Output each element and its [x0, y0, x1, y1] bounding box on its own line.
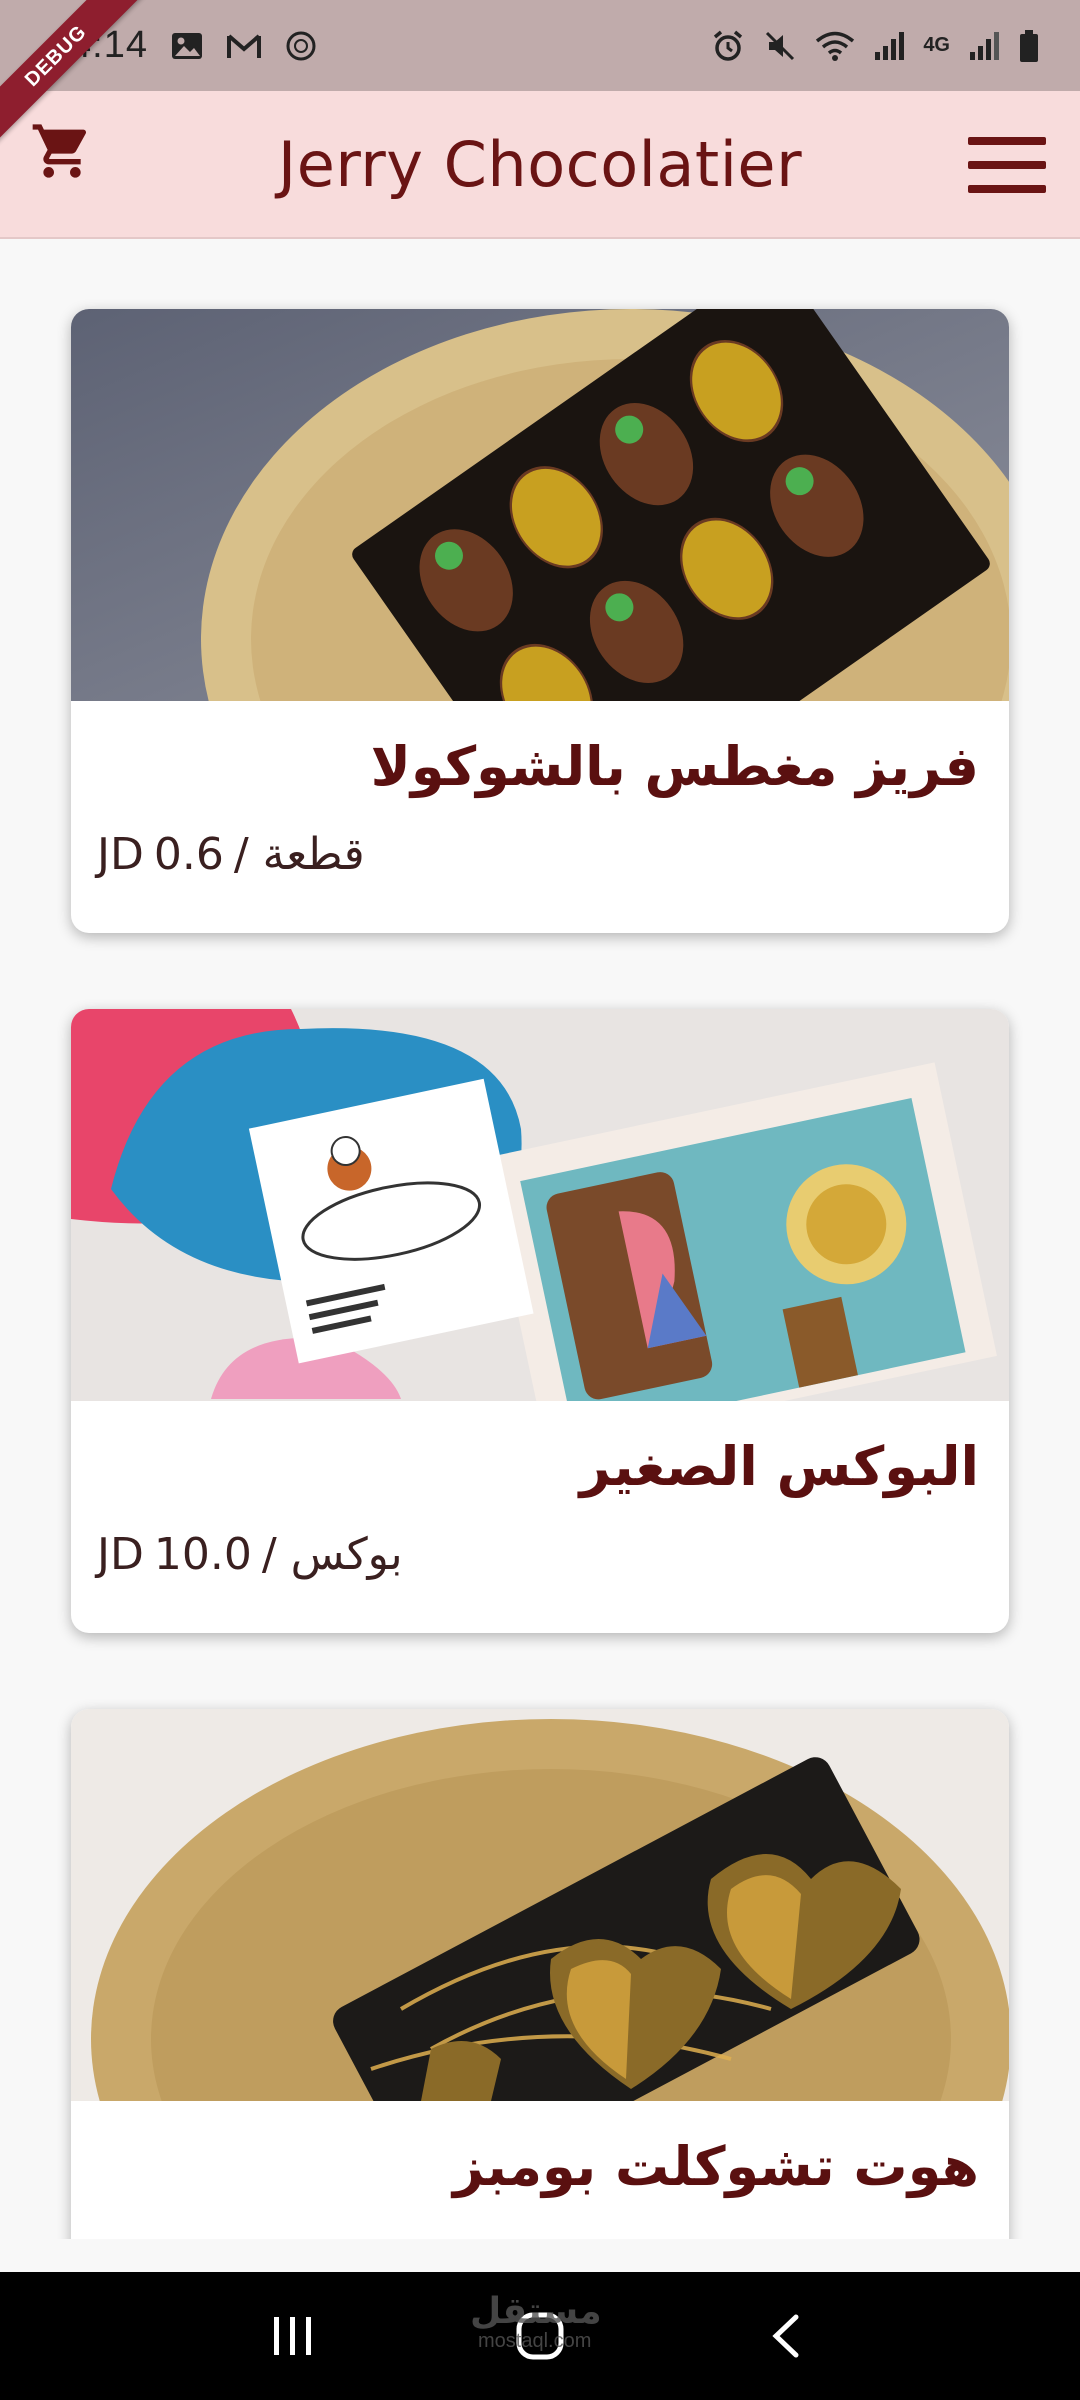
watermark-sub: mostaql.com: [478, 2330, 592, 2352]
battery-icon: [1018, 29, 1040, 63]
app-screen: 4:14 4G DEBUG Jerry Chocolatier فريز مغط…: [0, 0, 1080, 2400]
product-name: هوت تشوكلت بومبز: [452, 2135, 979, 2198]
alarm-icon: [711, 29, 745, 63]
price-value: 10.0: [153, 1529, 252, 1580]
gmail-icon: [226, 32, 262, 60]
price-value: 0.6: [153, 829, 224, 880]
price-unit: / قطعة: [233, 829, 365, 880]
wifi-icon: [815, 30, 855, 62]
product-name: فريز مغطس بالشوكولا: [370, 735, 979, 798]
product-price: JD 0.6 / قطعة: [97, 829, 365, 880]
recent-apps-icon: [274, 2317, 312, 2355]
product-image-small-box: [71, 1009, 1009, 1401]
product-name: البوكس الصغير: [579, 1435, 979, 1498]
shopping-cart-icon: [30, 119, 94, 188]
product-card[interactable]: فريز مغطس بالشوكولا JD 0.6 / قطعة: [71, 309, 1009, 933]
gallery-icon: [170, 31, 204, 61]
product-card[interactable]: البوكس الصغير JD 10.0 / بوكس: [71, 1009, 1009, 1633]
cart-button[interactable]: [22, 113, 102, 193]
price-unit: / بوكس: [261, 1529, 403, 1580]
price-currency: JD: [97, 1529, 144, 1580]
status-bar: 4:14 4G: [0, 0, 1080, 91]
app-title: Jerry Chocolatier: [277, 127, 803, 201]
product-image-strawberries: [71, 309, 1009, 701]
sync-icon: [284, 29, 318, 63]
recent-apps-button[interactable]: [248, 2291, 338, 2381]
product-card[interactable]: هوت تشوكلت بومبز: [71, 1709, 1009, 2239]
network-type-label: 4G: [923, 34, 950, 56]
back-icon: [772, 2314, 799, 2358]
signal-icon-2: [968, 30, 1000, 62]
watermark: مستقل: [470, 2290, 602, 2331]
product-list[interactable]: فريز مغطس بالشوكولا JD 0.6 / قطعة البوكس…: [0, 239, 1080, 2239]
app-bar: Jerry Chocolatier: [0, 91, 1080, 239]
menu-button[interactable]: [964, 129, 1050, 201]
hamburger-menu-icon: [968, 137, 1046, 145]
back-button[interactable]: [742, 2291, 832, 2381]
product-image-hot-chocolate-bombs: [71, 1709, 1009, 2101]
mute-icon: [763, 29, 797, 63]
product-price: JD 10.0 / بوكس: [97, 1529, 403, 1580]
price-currency: JD: [97, 829, 144, 880]
signal-icon: [873, 30, 905, 62]
